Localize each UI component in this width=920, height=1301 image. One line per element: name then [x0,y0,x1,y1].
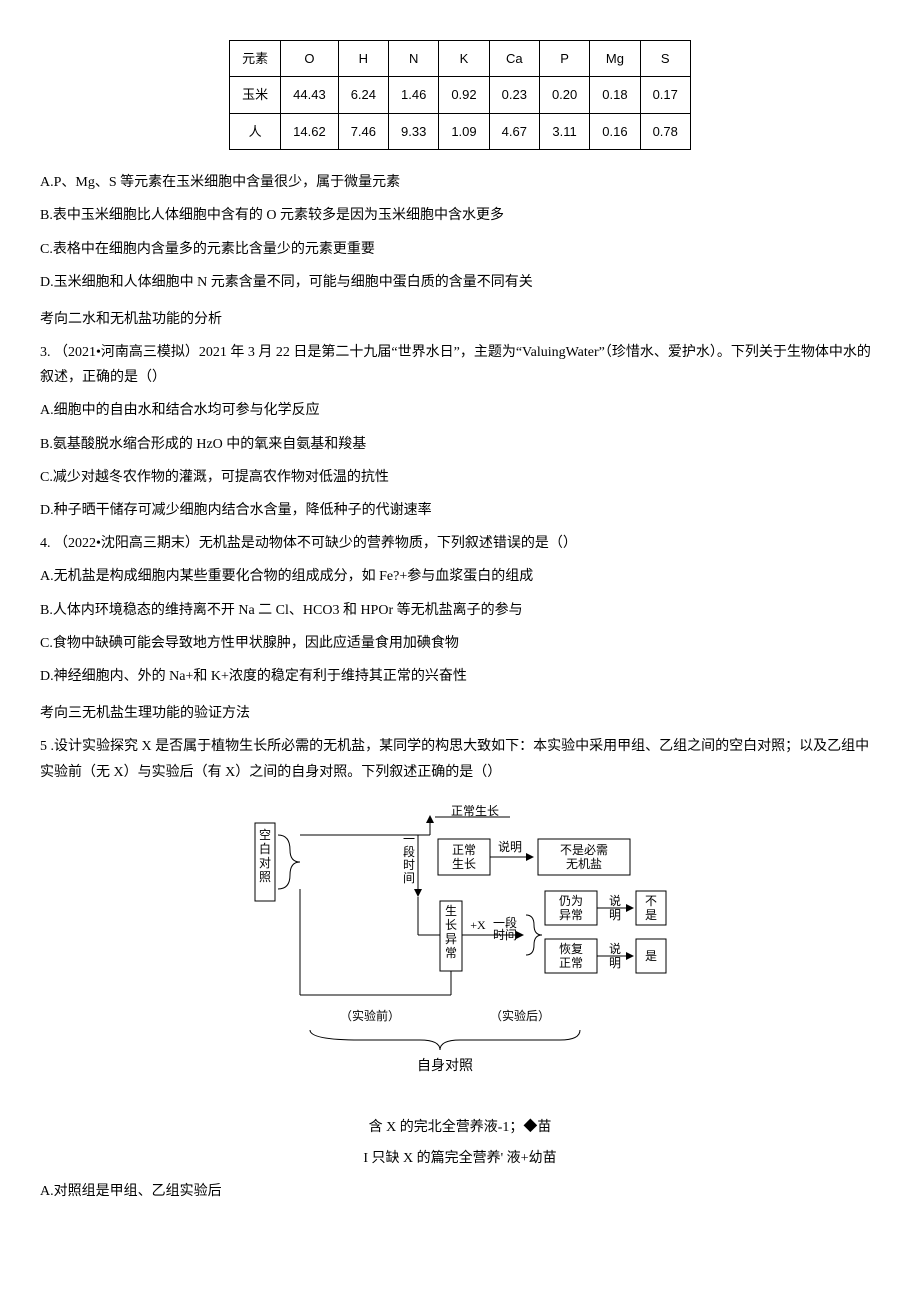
normal-growth-box: 正常生长 [452,843,476,871]
th-Mg: Mg [590,41,640,77]
blank-control-label: 空白对照 [259,828,271,884]
table-row-corn: 玉米 44.43 6.24 1.46 0.92 0.23 0.20 0.18 0… [230,77,691,113]
recover-normal: 恢复正常 [559,942,583,970]
period-label: 一段时间 [403,832,415,885]
still-abnormal: 仍为异常 [559,894,583,922]
cell: 1.09 [439,113,489,149]
after-label: （实验后） [490,1008,550,1023]
option-C: C.表格中在细胞内含量多的元素比含量少的元素更重要 [40,237,880,262]
plus-x: +X [470,918,486,932]
period-2: 一段时间 [493,915,517,942]
q3-option-A: A.细胞中的自由水和结合水均可参与化学反应 [40,398,880,423]
th-P: P [539,41,589,77]
cell: 1.46 [389,77,439,113]
cell: 6.24 [338,77,388,113]
q5-option-A: A.对照组是甲组、乙组实验后 [40,1179,880,1204]
not-required-salt: 不是必需无机盐 [560,843,608,871]
section-heading-2: 考向二水和无机盐功能的分析 [40,307,880,332]
th-K: K [439,41,489,77]
is-yes: 是 [645,949,657,963]
q4-stem: 4. （2022•沈阳高三期末）无机盐是动物体不可缺少的营养物质，下列叙述错误的… [40,531,880,556]
explain-1: 说明 [498,839,522,854]
cell: 0.23 [489,77,539,113]
table-row-human: 人 14.62 7.46 9.33 1.09 4.67 3.11 0.16 0.… [230,113,691,149]
q3-option-D: D.种子晒干储存可减少细胞内结合水含量，降低种子的代谢速率 [40,498,880,523]
experiment-diagram: 空白对照 正常生长 一段时间 正常生长 说明 不是必需无机盐 生长异常 +X 一… [200,805,720,1095]
is-not: 不是 [645,894,657,922]
self-control-label: 自身对照 [417,1058,473,1074]
q4-option-B: B.人体内环境稳态的维持离不开 Na 二 Cl、HCO3 和 HPOr 等无机盐… [40,598,880,623]
cell: 7.46 [338,113,388,149]
cell: 0.16 [590,113,640,149]
cell: 0.20 [539,77,589,113]
cell: 14.62 [281,113,339,149]
q4-option-A: A.无机盐是构成细胞内某些重要化合物的组成成分，如 Fe?+参与血浆蛋白的组成 [40,564,880,589]
diagram-caption-1: 含 X 的完北全营养液-1；◆苗 [40,1115,880,1140]
th-Ca: Ca [489,41,539,77]
table-header-row: 元素 O H N K Ca P Mg S [230,41,691,77]
section-heading-3: 考向三无机盐生理功能的验证方法 [40,701,880,726]
abnormal-growth: 生长异常 [445,904,457,960]
th-S: S [640,41,690,77]
q4-option-C: C.食物中缺碘可能会导致地方性甲状腺肿，因此应适量食用加碘食物 [40,631,880,656]
diagram-caption-2: I 只缺 X 的篇完全营养' 液+幼苗 [40,1146,880,1171]
th-O: O [281,41,339,77]
q3-stem: 3. （2021•河南高三模拟）2021 年 3 月 22 日是第二十九届“世界… [40,340,880,390]
cell: 0.18 [590,77,640,113]
cell: 9.33 [389,113,439,149]
row-label: 人 [230,113,281,149]
cell: 4.67 [489,113,539,149]
q5-stem: 5 .设计实验探究 X 是否属于植物生长所必需的无机盐，某同学的构思大致如下：本… [40,734,880,784]
option-B: B.表中玉米细胞比人体细胞中含有的 O 元素较多是因为玉米细胞中含水更多 [40,203,880,228]
before-label: （实验前） [340,1008,400,1023]
option-D: D.玉米细胞和人体细胞中 N 元素含量不同，可能与细胞中蛋白质的含量不同有关 [40,270,880,295]
cell: 3.11 [539,113,589,149]
cell: 0.92 [439,77,489,113]
th-label: 元素 [230,41,281,77]
q3-option-C: C.减少对越冬农作物的灌溉，可提高农作物对低温的抗性 [40,465,880,490]
q4-option-D: D.神经细胞内、外的 Na+和 K+浓度的稳定有利于维持其正常的兴奋性 [40,664,880,689]
th-H: H [338,41,388,77]
cell: 0.17 [640,77,690,113]
q3-option-B: B.氨基酸脱水缩合形成的 HzO 中的氧来自氨基和羧基 [40,432,880,457]
th-N: N [389,41,439,77]
element-table: 元素 O H N K Ca P Mg S 玉米 44.43 6.24 1.46 … [229,40,691,150]
normal-growth-top: 正常生长 [451,805,499,818]
cell: 44.43 [281,77,339,113]
cell: 0.78 [640,113,690,149]
option-A: A.P、Mg、S 等元素在玉米细胞中含量很少，属于微量元素 [40,170,880,195]
row-label: 玉米 [230,77,281,113]
